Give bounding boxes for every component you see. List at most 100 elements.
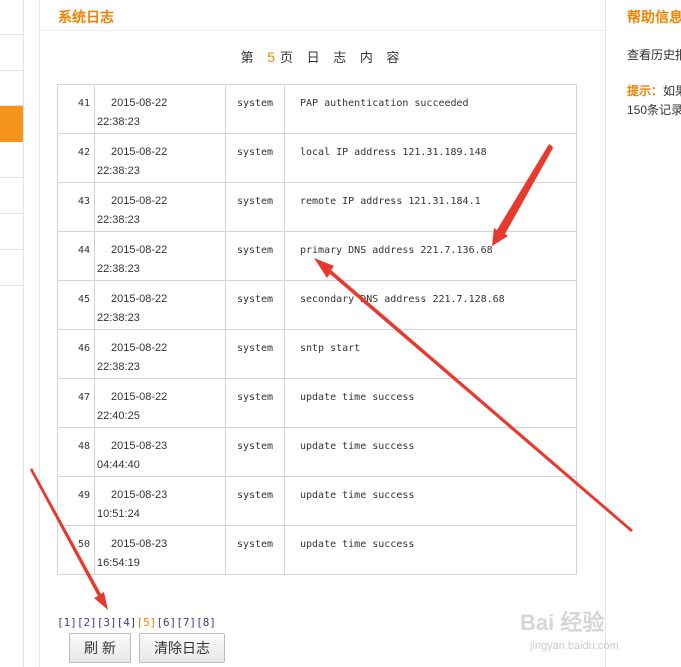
baidu-watermark-logo: Bai 经验 xyxy=(520,610,605,635)
log-row-number: 41 xyxy=(57,84,95,134)
log-row-timestamp: 2015-08-22 22:40:25 xyxy=(94,378,226,428)
nav-divider xyxy=(0,285,23,286)
log-row-source: system xyxy=(225,378,285,428)
log-row: 45 2015-08-22 22:38:23 system secondary DNS … xyxy=(57,280,577,330)
log-row-date: 2015-08-22 xyxy=(111,195,168,207)
log-row-timestamp: 2015-08-23 04:44:40 xyxy=(94,427,226,477)
log-row-message: PAP authentication succeeded xyxy=(284,84,577,134)
log-row-time: 22:40:25 xyxy=(97,410,140,422)
help-tip-label: 提示： xyxy=(627,84,664,98)
log-row-number: 45 xyxy=(57,280,95,330)
log-row-timestamp: 2015-08-22 22:38:23 xyxy=(94,329,226,379)
pagination: [1][2][3][4][5][6][7][8] xyxy=(57,616,216,629)
log-row-source: system xyxy=(225,329,285,379)
log-row-message: update time success xyxy=(284,378,577,428)
action-buttons: 刷 新清除日志 xyxy=(69,633,233,663)
log-row-source: system xyxy=(225,525,285,575)
log-row-number: 46 xyxy=(57,329,95,379)
nav-item-active[interactable] xyxy=(0,106,23,142)
log-panel: 系统日志 第 5页 日 志 内 容 41 2015-08-22 22:38:23 sy… xyxy=(39,0,606,667)
page-link[interactable]: [4] xyxy=(117,616,137,629)
log-row-date: 2015-08-22 xyxy=(111,97,168,109)
log-row-time: 22:38:23 xyxy=(97,214,140,226)
log-row-message: local IP address 121.31.189.148 xyxy=(284,133,577,183)
log-row-date: 2015-08-22 xyxy=(111,146,168,158)
log-row-time: 04:44:40 xyxy=(97,459,140,471)
log-row-time: 22:38:23 xyxy=(97,312,140,324)
heading-page-number: 5 xyxy=(267,49,280,65)
log-row-number: 47 xyxy=(57,378,95,428)
log-row-timestamp: 2015-08-23 16:54:19 xyxy=(94,525,226,575)
log-row-source: system xyxy=(225,280,285,330)
log-row-timestamp: 2015-08-22 22:38:23 xyxy=(94,133,226,183)
log-row-date: 2015-08-23 xyxy=(111,489,168,501)
log-row: 50 2015-08-23 16:54:19 system update time su… xyxy=(57,525,577,575)
log-row-time: 22:38:23 xyxy=(97,116,140,128)
log-row-number: 49 xyxy=(57,476,95,526)
nav-divider xyxy=(0,213,23,214)
log-row-time: 10:51:24 xyxy=(97,508,140,520)
log-row: 49 2015-08-23 10:51:24 system update time su… xyxy=(57,476,577,526)
log-row-timestamp: 2015-08-22 22:38:23 xyxy=(94,280,226,330)
log-row: 48 2015-08-23 04:44:40 system update time su… xyxy=(57,427,577,477)
log-row-time: 22:38:23 xyxy=(97,361,140,373)
log-row-source: system xyxy=(225,182,285,232)
log-row-number: 42 xyxy=(57,133,95,183)
title-divider xyxy=(40,30,605,31)
log-row-message: sntp start xyxy=(284,329,577,379)
refresh-button[interactable]: 刷 新 xyxy=(69,633,131,663)
heading-suffix: 页 日 志 内 容 xyxy=(279,50,405,65)
log-row-number: 44 xyxy=(57,231,95,281)
log-row-date: 2015-08-22 xyxy=(111,293,168,305)
help-tip-text2: 150条记录 xyxy=(627,103,681,117)
log-row-source: system xyxy=(225,133,285,183)
nav-divider xyxy=(0,249,23,250)
nav-divider xyxy=(0,34,23,35)
page-link[interactable]: [7] xyxy=(176,616,196,629)
log-row: 43 2015-08-22 22:38:23 system remote IP addr… xyxy=(57,182,577,232)
log-row-date: 2015-08-22 xyxy=(111,391,168,403)
nav-divider xyxy=(0,70,23,71)
page-link[interactable]: [8] xyxy=(196,616,216,629)
baidu-watermark-url: jingyan.baidu.com xyxy=(530,640,619,652)
log-row-date: 2015-08-23 xyxy=(111,538,168,550)
log-row-time: 22:38:23 xyxy=(97,165,140,177)
log-row: 46 2015-08-22 22:38:23 system sntp start xyxy=(57,329,577,379)
page-link[interactable]: [1] xyxy=(57,616,77,629)
log-row-number: 50 xyxy=(57,525,95,575)
log-row: 44 2015-08-22 22:38:23 system primary DNS ad… xyxy=(57,231,577,281)
log-row-timestamp: 2015-08-22 22:38:23 xyxy=(94,84,226,134)
help-tip-text: 如果 xyxy=(663,84,681,98)
page-link[interactable]: [5] xyxy=(137,616,157,629)
help-title: 帮助信息 xyxy=(627,9,681,25)
log-row-source: system xyxy=(225,231,285,281)
log-row-message: update time success xyxy=(284,427,577,477)
help-text: 查看历史报 xyxy=(627,48,681,62)
log-row-message: primary DNS address 221.7.136.68 xyxy=(284,231,577,281)
log-row-timestamp: 2015-08-23 10:51:24 xyxy=(94,476,226,526)
nav-divider xyxy=(0,177,23,178)
log-row-timestamp: 2015-08-22 22:38:23 xyxy=(94,231,226,281)
page-link[interactable]: [6] xyxy=(156,616,176,629)
log-row-number: 43 xyxy=(57,182,95,232)
page-link[interactable]: [3] xyxy=(97,616,117,629)
log-row-timestamp: 2015-08-22 22:38:23 xyxy=(94,182,226,232)
log-row-source: system xyxy=(225,427,285,477)
page-link[interactable]: [2] xyxy=(77,616,97,629)
log-row-time: 16:54:19 xyxy=(97,557,140,569)
log-row-source: system xyxy=(225,84,285,134)
log-row-time: 22:38:23 xyxy=(97,263,140,275)
log-table: 41 2015-08-22 22:38:23 system PAP authentica… xyxy=(57,84,577,575)
log-row-date: 2015-08-22 xyxy=(111,244,168,256)
log-row: 47 2015-08-22 22:40:25 system update time su… xyxy=(57,378,577,428)
heading-prefix: 第 xyxy=(240,50,268,65)
left-nav xyxy=(0,0,24,667)
log-row: 41 2015-08-22 22:38:23 system PAP authentica… xyxy=(57,84,577,134)
log-row-message: update time success xyxy=(284,476,577,526)
help-tip: 提示：如果 150条记录 xyxy=(627,82,681,120)
log-row: 42 2015-08-22 22:38:23 system local IP addre… xyxy=(57,133,577,183)
log-row-date: 2015-08-23 xyxy=(111,440,168,452)
log-page-heading: 第 5页 日 志 内 容 xyxy=(40,47,605,66)
clear-log-button[interactable]: 清除日志 xyxy=(139,633,225,663)
log-row-message: update time success xyxy=(284,525,577,575)
